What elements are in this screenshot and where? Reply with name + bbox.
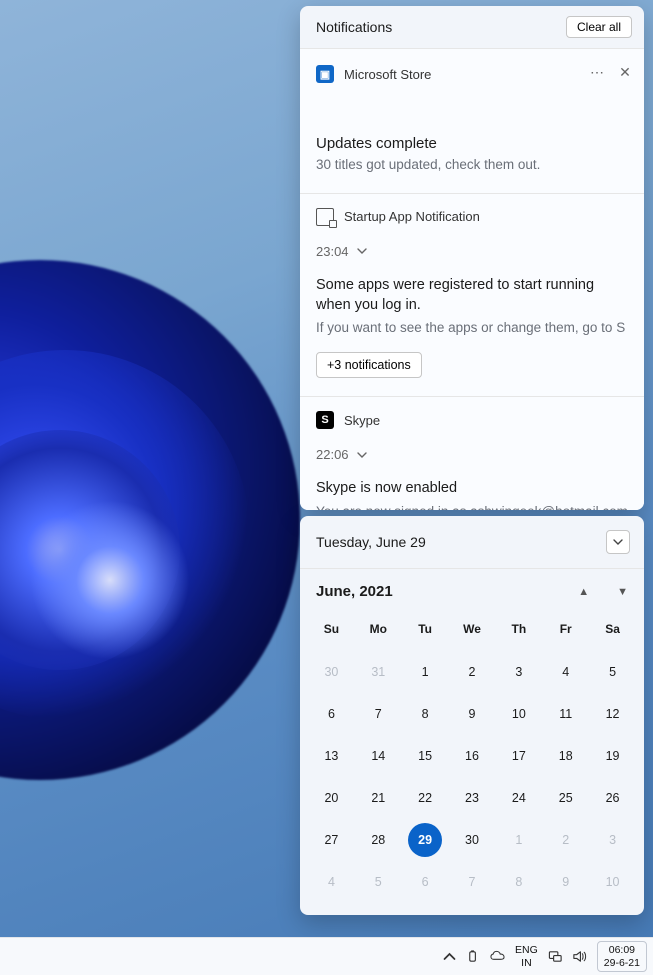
onedrive-icon[interactable] <box>490 949 505 964</box>
chevron-down-icon[interactable] <box>355 448 369 462</box>
calendar-day[interactable]: 26 <box>589 780 636 816</box>
calendar-day[interactable]: 5 <box>589 654 636 690</box>
calendar-day[interactable]: 5 <box>355 864 402 900</box>
calendar-panel: Tuesday, June 29 June, 2021 ▲ ▼ SuMoTuWe… <box>300 516 644 915</box>
calendar-day[interactable]: 22 <box>402 780 449 816</box>
calendar-today-label[interactable]: Tuesday, June 29 <box>316 534 426 550</box>
notification-body: You are now signed in as ashwingeek@hotm… <box>316 503 628 510</box>
calendar-day[interactable]: 23 <box>449 780 496 816</box>
notifications-panel: Notifications Clear all ▣ Microsoft Stor… <box>300 6 644 510</box>
notification-card[interactable]: Startup App Notification 23:04 Some apps… <box>300 194 644 397</box>
calendar-prev-month-icon[interactable]: ▲ <box>578 586 589 598</box>
calendar-day[interactable]: 1 <box>402 654 449 690</box>
calendar-day[interactable]: 20 <box>308 780 355 816</box>
calendar-dow-header: Mo <box>355 614 402 648</box>
clear-all-button[interactable]: Clear all <box>566 16 632 38</box>
close-icon[interactable]: ✕ <box>616 63 634 81</box>
calendar-day[interactable]: 10 <box>495 696 542 732</box>
calendar-day[interactable]: 10 <box>589 864 636 900</box>
microsoft-store-icon: ▣ <box>316 65 334 83</box>
calendar-dow-header: Th <box>495 614 542 648</box>
calendar-day[interactable]: 2 <box>542 822 589 858</box>
calendar-month-label[interactable]: June, 2021 <box>316 583 393 600</box>
calendar-day[interactable]: 13 <box>308 738 355 774</box>
calendar-day[interactable]: 24 <box>495 780 542 816</box>
calendar-day[interactable]: 8 <box>495 864 542 900</box>
notification-body: If you want to see the apps or change th… <box>316 319 628 338</box>
calendar-day[interactable]: 15 <box>402 738 449 774</box>
notification-app-name: Skype <box>344 413 380 428</box>
calendar-day[interactable]: 8 <box>402 696 449 732</box>
taskbar-clock[interactable]: 06:09 29-6-21 <box>597 941 647 971</box>
calendar-day[interactable]: 3 <box>495 654 542 690</box>
notification-time: 23:04 <box>316 244 349 259</box>
notifications-title: Notifications <box>316 19 392 35</box>
calendar-day[interactable]: 4 <box>542 654 589 690</box>
calendar-day[interactable]: 29 <box>402 822 449 858</box>
calendar-day[interactable]: 7 <box>355 696 402 732</box>
calendar-day[interactable]: 28 <box>355 822 402 858</box>
notification-body: 30 titles got updated, check them out. <box>316 156 628 175</box>
calendar-day[interactable]: 12 <box>589 696 636 732</box>
calendar-dow-header: Tu <box>402 614 449 648</box>
calendar-day[interactable]: 1 <box>495 822 542 858</box>
calendar-next-month-icon[interactable]: ▼ <box>617 586 628 598</box>
calendar-dow-header: We <box>449 614 496 648</box>
calendar-day[interactable]: 14 <box>355 738 402 774</box>
calendar-day[interactable]: 11 <box>542 696 589 732</box>
calendar-dow-header: Fr <box>542 614 589 648</box>
calendar-day[interactable]: 2 <box>449 654 496 690</box>
calendar-day[interactable]: 4 <box>308 864 355 900</box>
notification-time: 22:06 <box>316 447 349 462</box>
notification-heading: Some apps were registered to start runni… <box>316 275 628 316</box>
calendar-day[interactable]: 9 <box>449 696 496 732</box>
notification-heading: Updates complete <box>316 135 628 152</box>
calendar-collapse-button[interactable] <box>606 530 630 554</box>
language-indicator[interactable]: ENG IN <box>515 944 538 968</box>
volume-icon[interactable] <box>572 949 587 964</box>
notifications-scroll-area[interactable]: ▣ Microsoft Store ⋯ ✕ Updates complete 3… <box>300 48 644 510</box>
calendar-grid: SuMoTuWeThFrSa30311234567891011121314151… <box>300 608 644 910</box>
calendar-dow-header: Sa <box>589 614 636 648</box>
notification-card[interactable]: S Skype 22:06 Skype is now enabled You a… <box>300 397 644 510</box>
calendar-day[interactable]: 27 <box>308 822 355 858</box>
chevron-down-icon[interactable] <box>355 244 369 258</box>
calendar-day[interactable]: 30 <box>449 822 496 858</box>
more-notifications-button[interactable]: +3 notifications <box>316 352 422 378</box>
calendar-day[interactable]: 17 <box>495 738 542 774</box>
more-options-icon[interactable]: ⋯ <box>588 63 606 81</box>
calendar-dow-header: Su <box>308 614 355 648</box>
calendar-day[interactable]: 7 <box>449 864 496 900</box>
taskbar: ENG IN 06:09 29-6-21 <box>0 937 653 975</box>
notification-heading: Skype is now enabled <box>316 478 628 498</box>
notification-app-name: Startup App Notification <box>344 209 480 224</box>
calendar-day[interactable]: 25 <box>542 780 589 816</box>
skype-icon: S <box>316 411 334 429</box>
calendar-day[interactable]: 30 <box>308 654 355 690</box>
calendar-day[interactable]: 19 <box>589 738 636 774</box>
calendar-day[interactable]: 16 <box>449 738 496 774</box>
project-icon[interactable] <box>548 949 563 964</box>
calendar-day[interactable]: 6 <box>308 696 355 732</box>
show-hidden-icons-icon[interactable] <box>442 949 457 964</box>
notification-app-name: Microsoft Store <box>344 67 431 82</box>
calendar-day[interactable]: 3 <box>589 822 636 858</box>
startup-app-icon <box>316 208 334 226</box>
calendar-day[interactable]: 18 <box>542 738 589 774</box>
calendar-day[interactable]: 21 <box>355 780 402 816</box>
calendar-day[interactable]: 6 <box>402 864 449 900</box>
calendar-day[interactable]: 9 <box>542 864 589 900</box>
notification-card[interactable]: ▣ Microsoft Store ⋯ ✕ Updates complete 3… <box>300 49 644 194</box>
battery-icon[interactable] <box>466 949 481 964</box>
calendar-day[interactable]: 31 <box>355 654 402 690</box>
